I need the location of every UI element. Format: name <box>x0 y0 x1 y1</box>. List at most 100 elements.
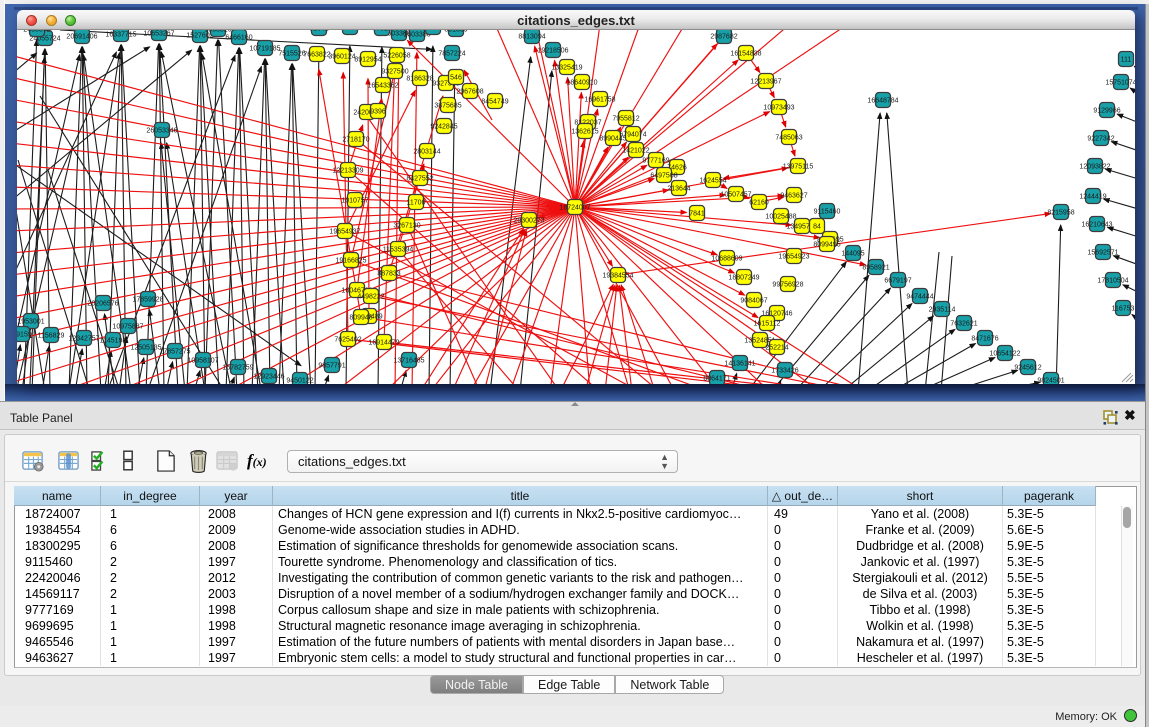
svg-text:13716485: 13716485 <box>393 358 424 365</box>
svg-text:17857275: 17857275 <box>159 349 190 356</box>
svg-text:546: 546 <box>450 75 462 82</box>
svg-text:9084067: 9084067 <box>740 298 767 305</box>
svg-text:39159: 39159 <box>17 332 32 339</box>
svg-text:17859928: 17859928 <box>132 297 163 304</box>
svg-text:8912954: 8912954 <box>354 57 381 64</box>
svg-text:10653267: 10653267 <box>143 31 174 38</box>
svg-text:7632621: 7632621 <box>950 321 977 328</box>
svg-text:16961758: 16961758 <box>584 97 615 104</box>
svg-text:9824501: 9824501 <box>1037 378 1064 385</box>
svg-text:10973493: 10973493 <box>763 105 794 112</box>
svg-text:15751074: 15751074 <box>1105 80 1135 87</box>
svg-text:9129966: 9129966 <box>1093 108 1120 115</box>
svg-text:1953001: 1953001 <box>17 319 44 326</box>
svg-text:7515526: 7515526 <box>278 51 305 58</box>
svg-text:18640910: 18640910 <box>566 80 597 87</box>
svg-text:18724007: 18724007 <box>559 205 590 212</box>
svg-text:13325419: 13325419 <box>551 65 582 72</box>
svg-text:111: 111 <box>1121 57 1132 64</box>
svg-text:11535394: 11535394 <box>383 247 414 254</box>
svg-text:6794074: 6794074 <box>619 132 646 139</box>
svg-text:19654923: 19654923 <box>778 254 809 261</box>
svg-text:16923: 16923 <box>423 30 443 32</box>
svg-text:3960124: 3960124 <box>328 54 355 61</box>
svg-text:8064171: 8064171 <box>703 376 730 383</box>
svg-text:19384554: 19384554 <box>602 273 633 280</box>
svg-text:99756928: 99756928 <box>772 282 803 289</box>
svg-text:8813094: 8813094 <box>518 34 545 41</box>
svg-text:16648784: 16648784 <box>867 98 898 105</box>
svg-text:1421022: 1421022 <box>622 148 649 155</box>
svg-text:20206576: 20206576 <box>87 301 118 308</box>
svg-text:13975115: 13975115 <box>783 164 814 171</box>
svg-text:2935114: 2935114 <box>929 307 956 314</box>
svg-text:1145194: 1145194 <box>100 338 127 345</box>
svg-text:18807249: 18807249 <box>728 275 759 282</box>
svg-text:9242845: 9242845 <box>430 124 457 131</box>
svg-text:213644: 213644 <box>667 186 690 193</box>
svg-text:1527602: 1527602 <box>186 33 213 40</box>
svg-text:1624554: 1624554 <box>699 178 726 185</box>
svg-text:9450122: 9450122 <box>286 378 313 385</box>
svg-text:19654937: 19654937 <box>329 229 360 236</box>
svg-text:10958107: 10958107 <box>187 358 218 365</box>
svg-text:16782759: 16782759 <box>222 365 253 372</box>
svg-text:12923446: 12923446 <box>253 374 284 381</box>
svg-text:8215958: 8215958 <box>1047 210 1074 217</box>
svg-text:2987682: 2987682 <box>710 34 737 41</box>
svg-text:10688609: 10688609 <box>711 256 742 263</box>
svg-text:9857791: 9857791 <box>318 363 345 370</box>
svg-text:3267130: 3267130 <box>393 223 420 230</box>
svg-text:2967608: 2967608 <box>456 89 483 96</box>
svg-text:12505135: 12505135 <box>130 345 161 352</box>
svg-text:10025488: 10025488 <box>765 214 796 221</box>
svg-text:8454749: 8454749 <box>481 99 508 106</box>
svg-text:16543362: 16543362 <box>367 83 398 90</box>
svg-text:12213309: 12213309 <box>332 168 363 175</box>
svg-text:1156829: 1156829 <box>38 333 65 340</box>
svg-text:14136141: 14136141 <box>724 361 755 368</box>
svg-text:20691406: 20691406 <box>66 34 97 41</box>
svg-text:9474444: 9474444 <box>906 294 933 301</box>
svg-text:2803144: 2803144 <box>413 149 440 156</box>
svg-text:7841: 7841 <box>689 211 705 218</box>
svg-text:29300273: 29300273 <box>513 218 544 225</box>
svg-text:2718170: 2718170 <box>342 137 369 144</box>
svg-text:1733426: 1733426 <box>771 368 798 375</box>
svg-text:10507457: 10507457 <box>720 192 751 199</box>
svg-text:144095: 144095 <box>841 251 864 258</box>
svg-text:1362615: 1362615 <box>571 129 598 136</box>
svg-text:12213967: 12213967 <box>750 79 781 86</box>
svg-text:5226058: 5226058 <box>383 53 410 60</box>
svg-text:6466160: 6466160 <box>225 35 252 42</box>
svg-text:4498222: 4498222 <box>357 294 384 301</box>
svg-text:16154838: 16154838 <box>730 51 761 58</box>
svg-text:252214: 252214 <box>765 345 788 352</box>
svg-text:26053346: 26053346 <box>146 128 177 135</box>
svg-text:8471676: 8471676 <box>971 336 998 343</box>
svg-text:9777169: 9777169 <box>642 158 669 165</box>
svg-text:881309: 881309 <box>444 30 467 34</box>
svg-text:12093822: 12093822 <box>1079 164 1110 171</box>
svg-text:8186328: 8186328 <box>406 76 433 83</box>
svg-text:6497568: 6497568 <box>650 173 677 180</box>
svg-text:8427552: 8427552 <box>406 176 433 183</box>
svg-text:1065326: 1065326 <box>204 30 231 34</box>
svg-text:7663822: 7663822 <box>303 52 330 59</box>
svg-text:7955812: 7955812 <box>612 116 639 123</box>
svg-text:10975887: 10975887 <box>112 324 143 331</box>
svg-text:887833: 887833 <box>377 271 400 278</box>
svg-text:809948: 809948 <box>349 315 372 322</box>
svg-text:9227342: 9227342 <box>1087 136 1114 143</box>
svg-text:9327500: 9327500 <box>381 69 408 76</box>
svg-text:9245612: 9245612 <box>1014 365 1041 372</box>
svg-text:9115460: 9115460 <box>814 209 841 216</box>
svg-text:8099495: 8099495 <box>813 242 840 249</box>
svg-text:91642: 91642 <box>309 30 329 33</box>
svg-text:1615112: 1615112 <box>754 321 781 328</box>
svg-text:16210643: 16210643 <box>1081 222 1112 229</box>
svg-text:16914479: 16914479 <box>368 340 399 347</box>
svg-text:82319: 82319 <box>340 30 360 32</box>
svg-text:62160: 62160 <box>749 200 769 207</box>
svg-text:16337715: 16337715 <box>105 32 136 39</box>
